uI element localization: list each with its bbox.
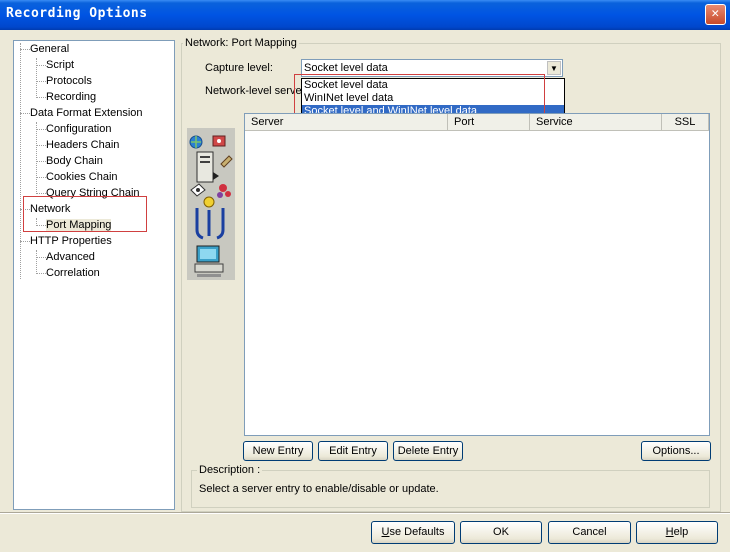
tree-item-label: Body Chain <box>46 155 103 167</box>
options-tree: General Script Protocols Recording Data … <box>13 40 175 510</box>
tree-item-http-properties[interactable]: HTTP Properties <box>20 234 112 249</box>
annotation-box-network <box>23 196 147 232</box>
tree-item-label: Advanced <box>46 251 95 263</box>
close-button[interactable]: ✕ <box>705 4 726 25</box>
help-hotkey: H <box>665 526 674 538</box>
tree-item-advanced[interactable]: Advanced <box>36 250 95 265</box>
cancel-button[interactable]: Cancel <box>548 521 631 544</box>
tree-item-script[interactable]: Script <box>36 58 74 73</box>
tree-item-recording[interactable]: Recording <box>36 90 96 105</box>
description-text: Select a server entry to enable/disable … <box>199 483 439 495</box>
recording-options-dialog: Recording Options ✕ General Script Proto… <box>0 0 730 552</box>
tree-item-label: Protocols <box>46 75 92 87</box>
edit-entry-button[interactable]: Edit Entry <box>318 441 388 461</box>
tree-item-data-format-extension[interactable]: Data Format Extension <box>20 106 143 121</box>
tree-item-protocols[interactable]: Protocols <box>36 74 92 89</box>
tree-item-correlation[interactable]: Correlation <box>36 266 100 281</box>
tree-item-cookies-chain[interactable]: Cookies Chain <box>36 170 118 185</box>
title-bar: Recording Options ✕ <box>0 0 730 30</box>
description-title: Description : <box>197 464 263 476</box>
bottom-divider <box>0 512 730 514</box>
ok-button[interactable]: OK <box>460 521 542 544</box>
use-defaults-label: se Defaults <box>389 526 445 538</box>
tree-item-general[interactable]: General <box>20 42 69 57</box>
tree-item-label: Configuration <box>46 123 112 135</box>
column-header-ssl[interactable]: SSL <box>662 114 709 131</box>
tree-item-label: Correlation <box>46 267 100 279</box>
tree-item-body-chain[interactable]: Body Chain <box>36 154 103 169</box>
options-button[interactable]: Options... <box>641 441 711 461</box>
new-entry-button[interactable]: New Entry <box>243 441 313 461</box>
help-button[interactable]: Help <box>636 521 718 544</box>
tree-item-label: General <box>30 43 70 55</box>
annotation-box-dropdown <box>294 74 545 117</box>
network-server-label: Network-level server <box>205 85 306 97</box>
column-header-port[interactable]: Port <box>448 114 530 131</box>
tree-item-label: HTTP Properties <box>30 235 112 247</box>
tree-item-headers-chain[interactable]: Headers Chain <box>36 138 119 153</box>
port-mapping-table: Server Port Service SSL <box>244 113 710 436</box>
use-defaults-button[interactable]: Use Defaults <box>371 521 455 544</box>
column-header-server[interactable]: Server <box>245 114 448 131</box>
window-title: Recording Options <box>6 6 148 21</box>
help-label: elp <box>673 526 689 538</box>
tree-item-configuration[interactable]: Configuration <box>36 122 111 137</box>
delete-entry-button[interactable]: Delete Entry <box>393 441 463 461</box>
panel-title: Network: Port Mapping <box>183 37 299 49</box>
tree-item-label: Headers Chain <box>46 139 120 151</box>
tree-item-label: Recording <box>46 91 97 103</box>
capture-level-value: Socket level data <box>304 62 388 74</box>
chevron-down-icon[interactable]: ▼ <box>547 61 561 75</box>
tree-item-label: Script <box>46 59 75 71</box>
network-illustration <box>187 128 235 280</box>
column-header-service[interactable]: Service <box>530 114 662 131</box>
tree-item-label: Data Format Extension <box>30 107 143 119</box>
capture-level-label: Capture level: <box>205 62 273 74</box>
tree-item-label: Cookies Chain <box>46 171 118 183</box>
